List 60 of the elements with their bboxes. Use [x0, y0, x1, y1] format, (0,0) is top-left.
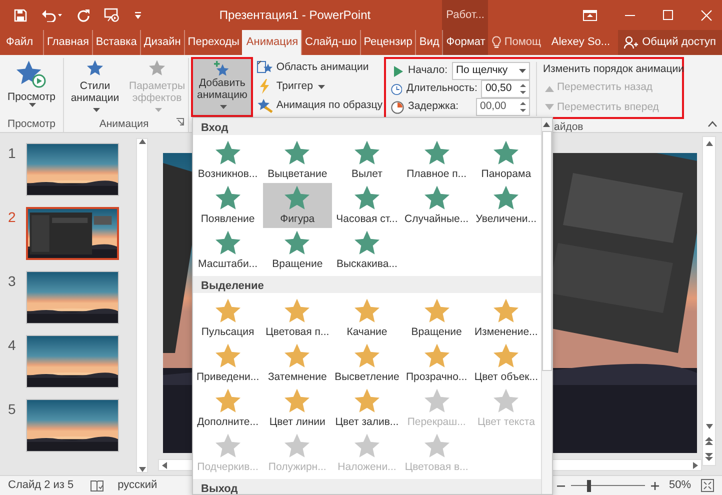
field-label: Длительность:	[406, 81, 478, 96]
animation-effect[interactable]: Цвет объек...	[471, 341, 541, 386]
ribbon-button[interactable]: Стили анимации	[66, 58, 124, 117]
group-label: Просмотр	[6, 117, 56, 131]
animation-effect[interactable]: Появление	[193, 183, 263, 228]
slide-number: 1	[8, 144, 17, 163]
spin-field[interactable]: 00,00	[476, 98, 530, 116]
animation-effect[interactable]: Затемнение	[262, 341, 332, 386]
animation-effect[interactable]: Вращение	[262, 228, 332, 273]
animation-effect[interactable]: Дополните...	[193, 386, 263, 431]
context-tab-label: Работ...	[442, 0, 488, 30]
animation-effect[interactable]: Прозрачно...	[402, 341, 472, 386]
slide-number: 2	[8, 208, 17, 227]
ribbon-button[interactable]: Триггер	[255, 77, 384, 96]
animation-effect[interactable]: Вылет	[332, 138, 402, 183]
ribbon-tab[interactable]: Формат	[442, 30, 488, 55]
ribbon-tab[interactable]: Анимация	[242, 30, 302, 55]
preview-button[interactable]: Просмотр	[6, 58, 58, 117]
slide-counter: Слайд 2 из 5	[8, 478, 74, 494]
section-header: Выделение	[193, 276, 541, 293]
user-name[interactable]: Alexey So...	[551, 34, 610, 51]
slide-number: 4	[8, 336, 17, 355]
section-header: Выход	[193, 479, 541, 494]
animation-effect[interactable]: Пульсация	[193, 296, 263, 341]
field-label: Задержка:	[408, 99, 459, 114]
animation-effect[interactable]: Панорама	[471, 138, 541, 183]
animation-effect[interactable]: Цветовая п...	[262, 296, 332, 341]
tell-me-field[interactable]: Помощ	[504, 34, 542, 51]
animation-effect[interactable]: Масштаби...	[193, 228, 263, 273]
ribbon-button[interactable]: Область анимации	[255, 58, 384, 77]
field-label: Начало:	[408, 63, 448, 78]
section-header: Вход	[193, 118, 541, 135]
animation-effect[interactable]: Фигура	[262, 183, 332, 228]
ribbon-tab[interactable]: Файл	[0, 30, 42, 55]
animation-effect[interactable]: Качание	[332, 296, 402, 341]
animation-effect[interactable]: Приведени...	[193, 341, 263, 386]
language-label[interactable]: русский	[118, 477, 158, 494]
group-label: Анимация	[99, 117, 149, 131]
animation-effect[interactable]: Цвет линии	[262, 386, 332, 431]
slide-number: 3	[8, 272, 17, 291]
animation-effect[interactable]: Часовая ст...	[332, 183, 402, 228]
animation-effect[interactable]: Возникнов...	[193, 138, 263, 183]
animation-effect[interactable]: Случайные...	[402, 183, 472, 228]
animation-effect[interactable]: Плавное п...	[402, 138, 472, 183]
dropdown-field[interactable]: По щелчку	[452, 62, 530, 80]
spin-field[interactable]: 00,50	[481, 80, 530, 98]
animation-effect[interactable]: Выскакива...	[332, 228, 402, 273]
animation-effect[interactable]: Выцветание	[262, 138, 332, 183]
ribbon-button[interactable]: Анимация по образцу	[255, 96, 384, 115]
zoom-level[interactable]: 50%	[668, 477, 691, 494]
animation-effect[interactable]: Увеличени...	[471, 183, 541, 228]
share-button[interactable]: Общий доступ	[618, 30, 722, 55]
animation-effect[interactable]: Цвет залив...	[332, 386, 402, 431]
window-title: Презентация1 - PowerPoint	[218, 7, 372, 24]
animation-effect[interactable]: Высветление	[332, 341, 402, 386]
add-animation-button[interactable]: Добавить анимацию	[191, 57, 254, 117]
animation-effect[interactable]: Изменение...	[471, 296, 541, 341]
group-label: айдов	[554, 120, 584, 132]
animation-effect[interactable]: Вращение	[402, 296, 472, 341]
slide-number: 5	[8, 400, 17, 419]
